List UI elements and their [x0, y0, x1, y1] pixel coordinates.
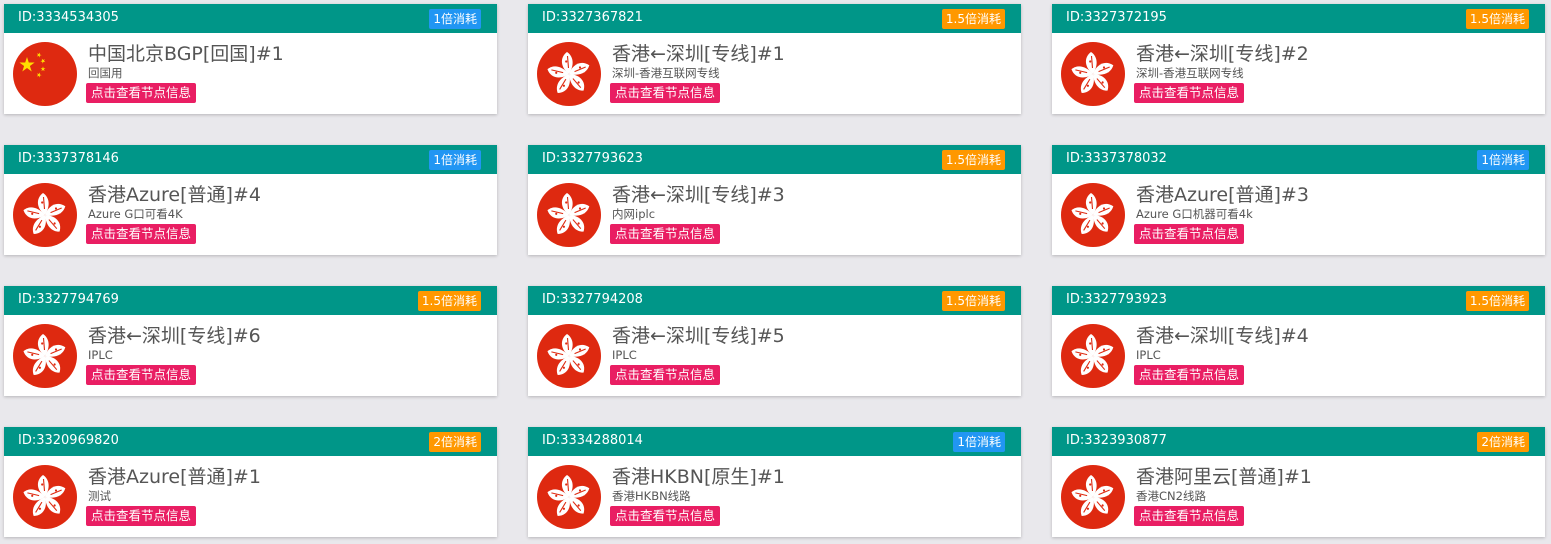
china-flag-icon: [13, 42, 77, 106]
node-title: 香港阿里云[普通]#1: [1136, 466, 1312, 488]
node-id: ID:3320969820: [18, 433, 119, 448]
rate-badge: 1.5倍消耗: [941, 9, 1005, 29]
node-id: ID:3337378032: [1066, 151, 1167, 166]
hongkong-flag-icon: [537, 324, 601, 388]
rate-badge: 1倍消耗: [953, 432, 1005, 452]
rate-badge: 2倍消耗: [429, 432, 481, 452]
rate-badge: 1.5倍消耗: [941, 150, 1005, 170]
card-header: ID:3337378146 1倍消耗: [4, 145, 497, 174]
node-card: ID:3320969820 2倍消耗 香港Azure[普通]#1 测试 点击查看…: [4, 427, 497, 537]
card-header: ID:3327367821 1.5倍消耗: [528, 4, 1021, 33]
node-card: ID:3327794769 1.5倍消耗 香港←深圳[专线]#6 IPLC 点击…: [4, 286, 497, 396]
node-description: IPLC: [612, 348, 637, 362]
node-title: 香港HKBN[原生]#1: [612, 466, 785, 488]
node-description: 深圳-香港互联网专线: [612, 66, 720, 80]
card-header: ID:3320969820 2倍消耗: [4, 427, 497, 456]
node-card: ID:3327367821 1.5倍消耗 香港←深圳[专线]#1 深圳-香港互联…: [528, 4, 1021, 114]
node-id: ID:3334288014: [542, 433, 643, 448]
card-header: ID:3327793923 1.5倍消耗: [1052, 286, 1545, 315]
node-title: 香港←深圳[专线]#1: [612, 43, 785, 65]
node-description: 测试: [88, 489, 111, 503]
card-header: ID:3327794208 1.5倍消耗: [528, 286, 1021, 315]
card-header: ID:3337378032 1倍消耗: [1052, 145, 1545, 174]
node-description: 回国用: [88, 66, 123, 80]
node-title: 香港←深圳[专线]#5: [612, 325, 785, 347]
node-id: ID:3327367821: [542, 10, 643, 25]
node-title: 香港←深圳[专线]#4: [1136, 325, 1309, 347]
node-id: ID:3323930877: [1066, 433, 1167, 448]
view-node-info-button[interactable]: 点击查看节点信息: [86, 506, 197, 526]
card-header: ID:3334534305 1倍消耗: [4, 4, 497, 33]
view-node-info-button[interactable]: 点击查看节点信息: [610, 83, 721, 103]
node-card: ID:3327794208 1.5倍消耗 香港←深圳[专线]#5 IPLC 点击…: [528, 286, 1021, 396]
card-header: ID:3327372195 1.5倍消耗: [1052, 4, 1545, 33]
node-card: ID:3337378146 1倍消耗 香港Azure[普通]#4 Azure G…: [4, 145, 497, 255]
view-node-info-button[interactable]: 点击查看节点信息: [86, 365, 197, 385]
node-description: 香港CN2线路: [1136, 489, 1206, 503]
node-title: 香港←深圳[专线]#3: [612, 184, 785, 206]
rate-badge: 1.5倍消耗: [1465, 291, 1529, 311]
node-id: ID:3334534305: [18, 10, 119, 25]
node-description: Azure G口可看4K: [88, 207, 183, 221]
hongkong-flag-icon: [1061, 465, 1125, 529]
view-node-info-button[interactable]: 点击查看节点信息: [1134, 506, 1245, 526]
node-card: ID:3334288014 1倍消耗 香港HKBN[原生]#1 香港HKBN线路…: [528, 427, 1021, 537]
node-title: 香港Azure[普通]#1: [88, 466, 261, 488]
node-grid: ID:3334534305 1倍消耗 中国北京BGP[回国]#1 回国用 点击查…: [4, 4, 1549, 544]
view-node-info-button[interactable]: 点击查看节点信息: [610, 224, 721, 244]
rate-badge: 1.5倍消耗: [417, 291, 481, 311]
rate-badge: 2倍消耗: [1477, 432, 1529, 452]
hongkong-flag-icon: [13, 324, 77, 388]
node-title: 香港←深圳[专线]#6: [88, 325, 261, 347]
node-card: ID:3323930877 2倍消耗 香港阿里云[普通]#1 香港CN2线路 点…: [1052, 427, 1545, 537]
node-description: 香港HKBN线路: [612, 489, 691, 503]
hongkong-flag-icon: [537, 183, 601, 247]
node-card: ID:3327793623 1.5倍消耗 香港←深圳[专线]#3 内网iplc …: [528, 145, 1021, 255]
hongkong-flag-icon: [537, 465, 601, 529]
hongkong-flag-icon: [1061, 324, 1125, 388]
hongkong-flag-icon: [13, 183, 77, 247]
node-id: ID:3327794208: [542, 292, 643, 307]
rate-badge: 1倍消耗: [429, 9, 481, 29]
node-id: ID:3327793623: [542, 151, 643, 166]
rate-badge: 1.5倍消耗: [1465, 9, 1529, 29]
view-node-info-button[interactable]: 点击查看节点信息: [86, 83, 197, 103]
hongkong-flag-icon: [13, 465, 77, 529]
node-title: 香港←深圳[专线]#2: [1136, 43, 1309, 65]
node-description: Azure G口机器可看4k: [1136, 207, 1253, 221]
hongkong-flag-icon: [1061, 183, 1125, 247]
view-node-info-button[interactable]: 点击查看节点信息: [1134, 83, 1245, 103]
node-id: ID:3327793923: [1066, 292, 1167, 307]
node-card: ID:3334534305 1倍消耗 中国北京BGP[回国]#1 回国用 点击查…: [4, 4, 497, 114]
rate-badge: 1倍消耗: [429, 150, 481, 170]
node-title: 中国北京BGP[回国]#1: [88, 43, 284, 65]
view-node-info-button[interactable]: 点击查看节点信息: [610, 506, 721, 526]
view-node-info-button[interactable]: 点击查看节点信息: [1134, 365, 1245, 385]
view-node-info-button[interactable]: 点击查看节点信息: [1134, 224, 1245, 244]
node-id: ID:3337378146: [18, 151, 119, 166]
node-title: 香港Azure[普通]#3: [1136, 184, 1309, 206]
hongkong-flag-icon: [537, 42, 601, 106]
node-card: ID:3327372195 1.5倍消耗 香港←深圳[专线]#2 深圳-香港互联…: [1052, 4, 1545, 114]
view-node-info-button[interactable]: 点击查看节点信息: [610, 365, 721, 385]
node-title: 香港Azure[普通]#4: [88, 184, 261, 206]
hongkong-flag-icon: [1061, 42, 1125, 106]
node-description: IPLC: [88, 348, 113, 362]
node-description: 深圳-香港互联网专线: [1136, 66, 1244, 80]
rate-badge: 1倍消耗: [1477, 150, 1529, 170]
node-description: IPLC: [1136, 348, 1161, 362]
node-card: ID:3337378032 1倍消耗 香港Azure[普通]#3 Azure G…: [1052, 145, 1545, 255]
card-header: ID:3327793623 1.5倍消耗: [528, 145, 1021, 174]
card-header: ID:3334288014 1倍消耗: [528, 427, 1021, 456]
card-header: ID:3327794769 1.5倍消耗: [4, 286, 497, 315]
node-description: 内网iplc: [612, 207, 656, 221]
node-id: ID:3327794769: [18, 292, 119, 307]
node-card: ID:3327793923 1.5倍消耗 香港←深圳[专线]#4 IPLC 点击…: [1052, 286, 1545, 396]
node-id: ID:3327372195: [1066, 10, 1167, 25]
rate-badge: 1.5倍消耗: [941, 291, 1005, 311]
card-header: ID:3323930877 2倍消耗: [1052, 427, 1545, 456]
view-node-info-button[interactable]: 点击查看节点信息: [86, 224, 197, 244]
